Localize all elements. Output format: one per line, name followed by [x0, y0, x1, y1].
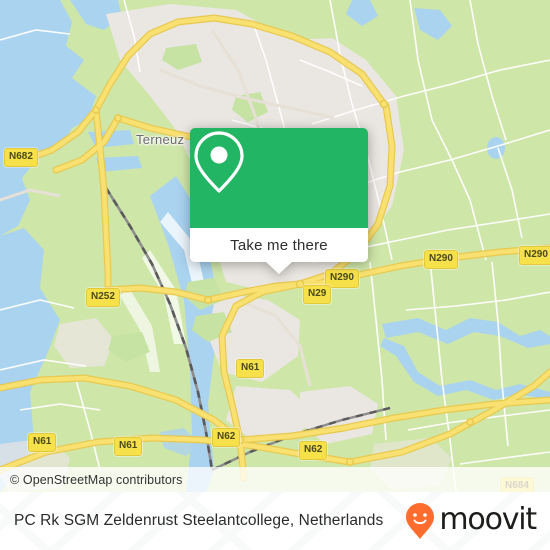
road-shield-n29: N29 — [303, 285, 332, 304]
road-shield-n61: N61 — [28, 433, 57, 452]
footer-bar: PC Rk SGM Zeldenrust Steelantcollege, Ne… — [0, 492, 550, 550]
moovit-wordmark: moovit — [439, 502, 537, 537]
moovit-map-screenshot: Terneuz N682 N252 N290 N290 N290 N29 N61 N61 N61… — [0, 0, 550, 550]
map-canvas[interactable]: Terneuz N682 N252 N290 N290 N290 N29 N61 N61 N61… — [0, 0, 550, 492]
road-shield-n682: N682 — [4, 148, 38, 167]
popup-header — [190, 128, 368, 228]
road-shield-n290: N290 — [424, 250, 458, 269]
road-shield-n62: N62 — [212, 428, 241, 447]
location-title: PC Rk SGM Zeldenrust Steelantcollege, Ne… — [14, 512, 384, 529]
attribution-text[interactable]: © OpenStreetMap contributors — [0, 473, 183, 487]
road-shield-n290: N290 — [519, 246, 550, 265]
popup-action-bar[interactable]: Take me there — [190, 228, 368, 262]
map-pin-icon — [194, 131, 244, 193]
moovit-brand-logo[interactable]: moovit — [405, 502, 537, 540]
take-me-there-label: Take me there — [230, 236, 328, 254]
road-shield-n62: N62 — [299, 441, 328, 460]
moovit-smiley-pin-icon — [406, 503, 435, 539]
location-popup-card[interactable]: Take me there — [190, 128, 368, 274]
road-shield-n61: N61 — [114, 437, 143, 456]
road-shield-n252: N252 — [86, 288, 120, 307]
popup-pointer-tail — [266, 262, 292, 274]
map-attribution-bar: © OpenStreetMap contributors — [0, 467, 550, 492]
road-shield-n61: N61 — [236, 359, 265, 378]
